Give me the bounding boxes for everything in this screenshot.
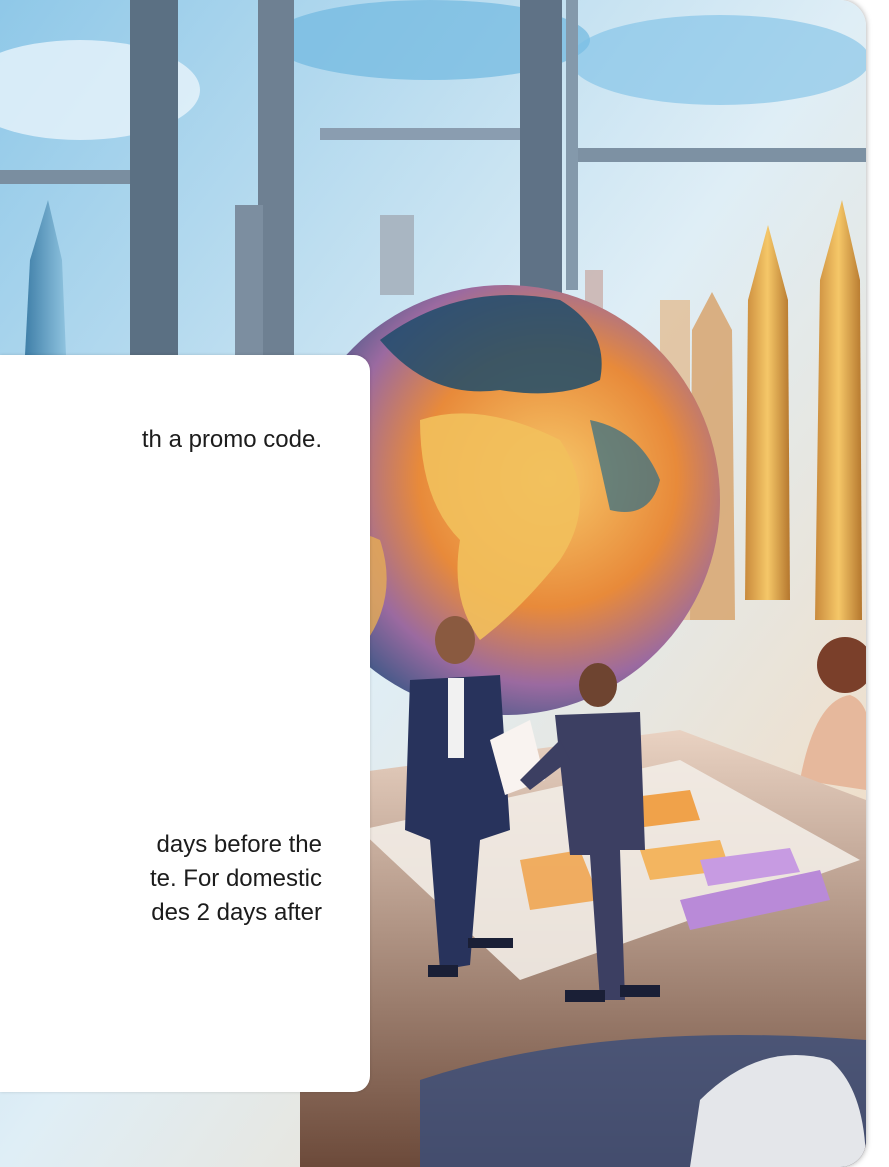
promo-code-text: th a promo code.	[141, 426, 322, 453]
offer-text-panel: th a promo code. days before the te. For…	[0, 355, 370, 1092]
domestic-text: te. For domestic	[149, 865, 322, 892]
booking-days-text: days before the	[156, 831, 322, 858]
days-after-text: des 2 days after	[151, 899, 322, 926]
